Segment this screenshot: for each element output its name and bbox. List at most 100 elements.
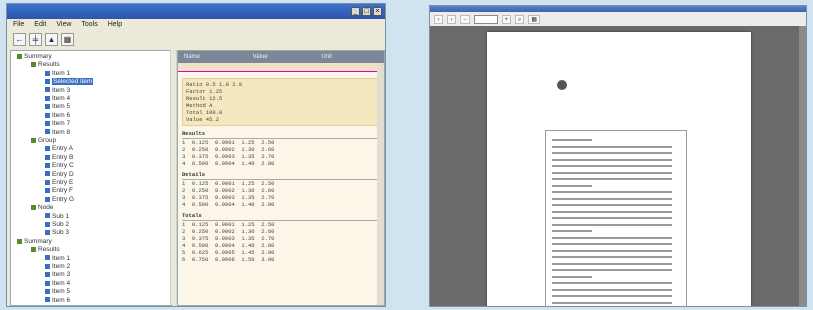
tree-node[interactable]: Entry B <box>45 154 73 162</box>
tree-node[interactable]: Item 5 <box>45 103 70 111</box>
node-icon <box>45 230 50 236</box>
tree-node[interactable]: Results <box>31 61 60 69</box>
tree-node[interactable]: Item 4 <box>45 280 70 288</box>
page-text-line <box>552 282 672 284</box>
menu-tools[interactable]: Tools <box>81 21 97 28</box>
report-row: 2 0.250 0.0002 1.30 2.60 <box>182 228 275 235</box>
page-text-line <box>552 275 592 278</box>
zoom-in-icon[interactable]: + <box>501 14 512 24</box>
tree-node[interactable]: Item 6 <box>45 112 70 120</box>
maximize-button[interactable]: □ <box>362 7 371 16</box>
menu-view[interactable]: View <box>56 21 71 28</box>
report-tab-strip[interactable] <box>178 63 384 72</box>
report-header-col[interactable]: Value <box>247 54 316 60</box>
document-viewport[interactable] <box>430 26 806 306</box>
page-text-line <box>552 165 672 167</box>
tree-node[interactable]: Sub 3 <box>45 229 69 237</box>
tree-node[interactable]: Item 8 <box>45 129 70 137</box>
tree-icon[interactable]: ╪ <box>29 32 42 46</box>
tree-node[interactable]: Item 1 <box>45 70 70 78</box>
report-header-col[interactable]: Unit <box>315 54 384 60</box>
tree-node[interactable]: Node <box>31 204 54 212</box>
tree-node[interactable]: Summary <box>17 238 52 246</box>
tree-node-label: Item 4 <box>52 279 71 287</box>
tree-node[interactable]: Item 7 <box>45 120 70 128</box>
toolbar: ← ╪ ▲ ▦ <box>7 30 385 48</box>
tree-node[interactable]: Item 6 <box>45 297 70 305</box>
report-scrollbar[interactable] <box>377 63 384 305</box>
menu-file[interactable]: File <box>13 21 24 28</box>
find-icon[interactable]: ⌕ <box>515 14 525 24</box>
report-section-title: Results <box>182 130 380 139</box>
chart-icon[interactable]: ▲ <box>45 32 58 46</box>
node-icon <box>45 154 50 160</box>
node-icon <box>45 196 50 202</box>
tree-node-label: Sub 3 <box>52 229 69 237</box>
minimize-button[interactable]: _ <box>351 7 360 16</box>
panel-splitter[interactable] <box>170 50 177 304</box>
zoom-out-icon[interactable]: − <box>460 14 470 24</box>
tree-node[interactable]: Sub 2 <box>45 221 69 229</box>
back-icon[interactable]: ← <box>13 32 26 46</box>
tree-node[interactable]: Group <box>31 137 56 145</box>
tree-node[interactable]: Entry G <box>45 196 74 204</box>
tree-node-label: Item 6 <box>52 111 71 119</box>
report-summary-box: Ratio 0.5 1.0 2.0 Factor 1.25 Result 12.5 M… <box>182 78 380 126</box>
tree-node-label: Item 3 <box>52 271 71 279</box>
tree-node[interactable]: Item 4 <box>45 95 70 103</box>
tree-scrollbar[interactable] <box>171 50 176 304</box>
menu-bar: File Edit View Tools Help <box>7 19 385 30</box>
report-row: 3 0.375 0.0003 1.35 2.70 <box>182 153 275 160</box>
page-text-line <box>552 217 672 219</box>
print-icon[interactable]: ▦ <box>61 32 74 46</box>
tree-node[interactable]: Summary <box>17 53 52 61</box>
node-icon <box>45 297 50 303</box>
tree-node[interactable]: Selected item <box>45 78 94 86</box>
summary-line: Value 45.2 <box>186 116 220 123</box>
preview-toolbar: ‹ › − + ⌕ ▦ <box>430 12 806 26</box>
tree-view[interactable]: Summary Results Item 1 Selected item Item 3I… <box>10 50 172 306</box>
tree-node[interactable]: Entry C <box>45 162 74 170</box>
report-row: 1 0.125 0.0001 1.25 2.50 <box>182 180 275 187</box>
tree-node[interactable]: Item 3 <box>45 87 70 95</box>
tree-node[interactable]: Sub 1 <box>45 213 69 221</box>
tree-node[interactable]: Item 2 <box>45 263 70 271</box>
preview-scrollbar[interactable] <box>799 26 806 306</box>
prev-page-icon[interactable]: ‹ <box>434 14 443 24</box>
close-button[interactable]: × <box>373 7 382 16</box>
next-page-icon[interactable]: › <box>447 14 456 24</box>
summary-line: Total 100.0 <box>186 109 223 116</box>
tree-node[interactable]: Entry D <box>45 171 74 179</box>
menu-edit[interactable]: Edit <box>34 21 46 28</box>
report-row: 2 0.250 0.0002 1.30 2.60 <box>182 146 275 153</box>
tree-node-label: Item 7 <box>52 120 71 128</box>
node-icon <box>45 112 50 118</box>
tree-node-label: Group <box>38 137 57 144</box>
logo-icon <box>557 79 567 90</box>
page-report-table <box>545 130 687 306</box>
tree-node[interactable]: Entry A <box>45 145 73 153</box>
summary-line: Ratio 0.5 1.0 2.0 <box>186 81 243 88</box>
tree-node[interactable]: Item 3 <box>45 271 70 279</box>
tree-node[interactable]: Results <box>31 246 60 254</box>
report-section: Results 1 0.125 0.0001 1.25 2.50 2 0.250 0… <box>182 130 380 167</box>
tree-node-label: Item 5 <box>52 103 71 111</box>
page-text-line <box>552 249 672 252</box>
tree-node[interactable]: Entry E <box>45 179 73 187</box>
print-icon[interactable]: ▦ <box>528 14 541 24</box>
node-icon <box>45 188 50 194</box>
menu-help[interactable]: Help <box>108 21 122 28</box>
node-icon <box>45 263 50 269</box>
title-bar[interactable]: _ □ × <box>7 4 385 19</box>
node-icon <box>31 137 36 143</box>
tree-node-label: Sub 1 <box>52 212 69 220</box>
report-header-col[interactable]: Name <box>178 54 247 60</box>
report-panel: Name Value Unit Ratio 0.5 1.0 2.0 Factor … <box>177 50 385 306</box>
zoom-field[interactable] <box>473 14 498 24</box>
page-text-line <box>552 301 672 304</box>
tree-node[interactable]: Entry F <box>45 187 73 195</box>
tree-node[interactable]: Item 1 <box>45 255 70 263</box>
report-section-title: Totals <box>182 212 380 221</box>
report-row: 1 0.125 0.0001 1.25 2.50 <box>182 221 275 228</box>
tree-node[interactable]: Item 5 <box>45 288 70 296</box>
